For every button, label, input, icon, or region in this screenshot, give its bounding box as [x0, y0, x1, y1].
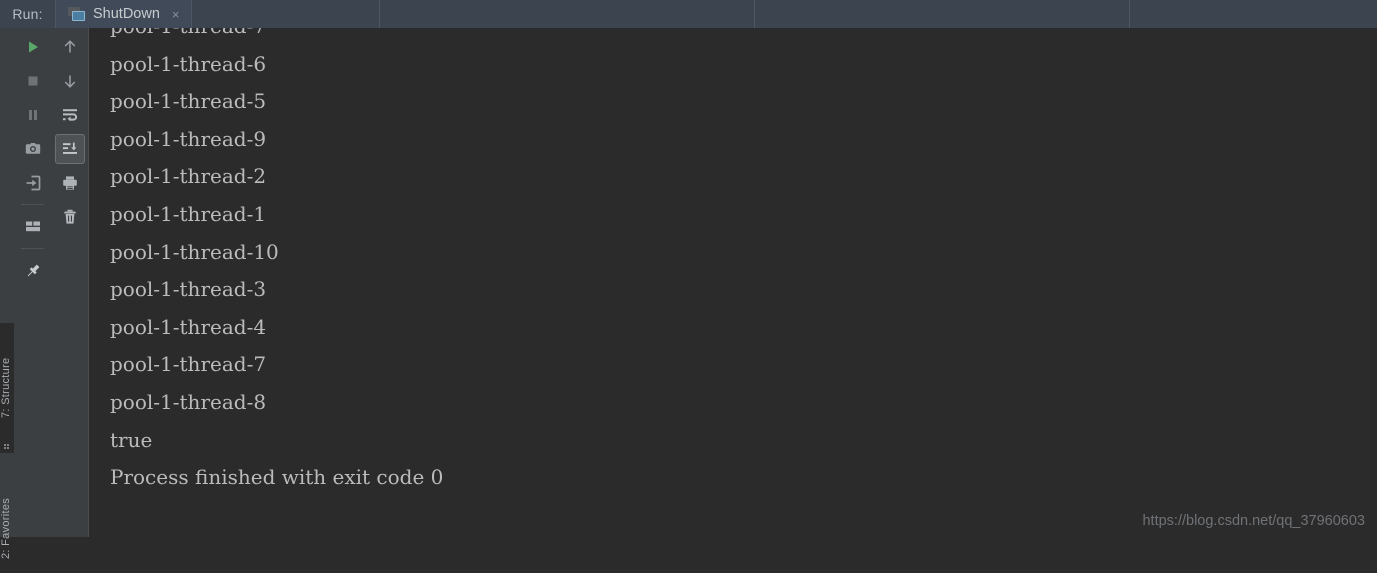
console-line: pool-1-thread-2 [110, 158, 1377, 196]
watermark: https://blog.csdn.net/qq_37960603 [1142, 513, 1365, 529]
tab-title: ShutDown [93, 6, 160, 22]
layout-button[interactable] [18, 212, 48, 242]
trash-icon [61, 208, 79, 226]
console-line: true [110, 422, 1377, 460]
sidebar-item-favorites[interactable]: 2: Favorites [0, 483, 14, 573]
clear-all-button[interactable] [55, 202, 85, 232]
drag-handle-dots[interactable] [4, 443, 10, 452]
console-line-exit-status: Process finished with exit code 0 [110, 459, 1377, 497]
print-button[interactable] [55, 168, 85, 198]
application-window-icon [68, 7, 86, 22]
run-toolbar-secondary [51, 28, 89, 537]
scroll-to-end-button[interactable] [55, 134, 85, 164]
stop-icon [25, 73, 41, 89]
console-line: pool-1-thread-1 [110, 196, 1377, 234]
console-line: pool-1-thread-7 [110, 28, 1377, 46]
run-tool-window: Run: ShutDown × 7: Structure 2: Favorite… [0, 0, 1377, 537]
toolbar-separator [21, 248, 44, 249]
rerun-button[interactable] [18, 32, 48, 62]
soft-wrap-button[interactable] [55, 100, 85, 130]
up-stacktrace-button[interactable] [55, 32, 85, 62]
pause-button[interactable] [18, 100, 48, 130]
run-toolwindow-header: Run: ShutDown × [0, 0, 1377, 28]
console-line: pool-1-thread-10 [110, 234, 1377, 272]
import-icon [24, 174, 42, 192]
attach-button[interactable] [18, 168, 48, 198]
arrow-down-icon [61, 72, 79, 90]
camera-icon [24, 140, 42, 158]
header-segment-4 [1130, 0, 1377, 28]
pin-tab-button[interactable] [18, 256, 48, 286]
close-icon[interactable]: × [170, 6, 182, 23]
snapshot-button[interactable] [18, 134, 48, 164]
printer-icon [61, 174, 79, 192]
console-line: pool-1-thread-3 [110, 271, 1377, 309]
sidebar-item-structure[interactable]: 7: Structure [0, 323, 14, 453]
play-icon [25, 39, 41, 55]
layout-icon [24, 218, 42, 236]
console-line: pool-1-thread-8 [110, 384, 1377, 422]
run-label-cell: Run: [0, 0, 56, 28]
console-output[interactable]: pool-1-thread-7 pool-1-thread-6 pool-1-t… [89, 28, 1377, 537]
console-line: pool-1-thread-6 [110, 46, 1377, 84]
pause-icon [25, 107, 41, 123]
run-label: Run: [12, 6, 42, 22]
console-line: pool-1-thread-9 [110, 121, 1377, 159]
header-segment-2 [380, 0, 755, 28]
arrow-up-icon [61, 38, 79, 56]
stop-button[interactable] [18, 66, 48, 96]
tab-shutdown[interactable]: ShutDown × [56, 0, 192, 28]
pin-icon [24, 262, 42, 280]
soft-wrap-icon [61, 106, 79, 124]
scroll-end-icon [61, 140, 79, 158]
console-line: pool-1-thread-5 [110, 83, 1377, 121]
header-segment-3 [755, 0, 1130, 28]
console-line: pool-1-thread-4 [110, 309, 1377, 347]
run-toolbar-primary [14, 28, 52, 537]
toolbar-separator [21, 204, 44, 205]
header-segment-1 [192, 0, 380, 28]
down-stacktrace-button[interactable] [55, 66, 85, 96]
console-line: pool-1-thread-7 [110, 346, 1377, 384]
console-lines: pool-1-thread-7 pool-1-thread-6 pool-1-t… [89, 28, 1377, 497]
tool-window-rail: 7: Structure 2: Favorites [0, 28, 14, 537]
